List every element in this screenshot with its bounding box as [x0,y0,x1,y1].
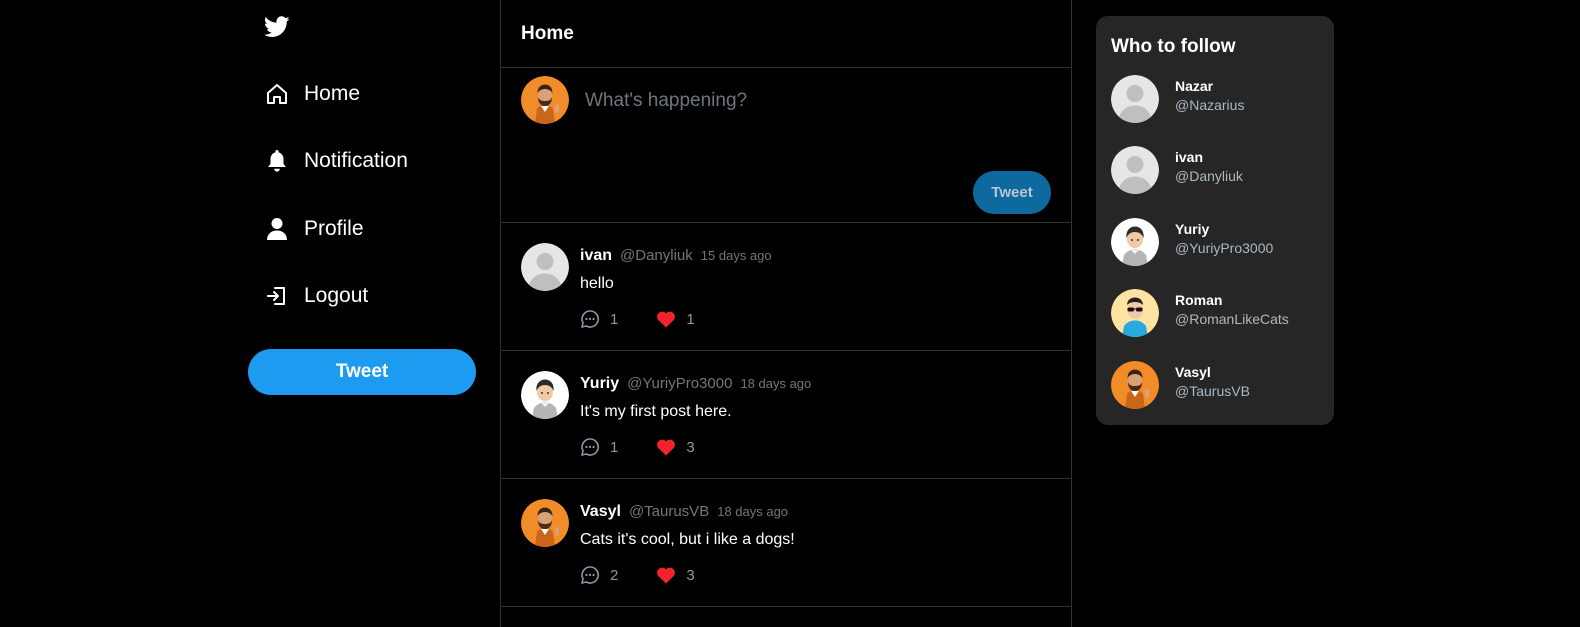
follow-user-name: ivan [1175,149,1204,165]
follow-user-handle: @RomanLikeCats [1175,311,1289,327]
heart-icon [656,437,676,457]
user-icon [264,216,290,242]
follow-suggestion[interactable]: Nazar @Nazarius [1111,75,1321,123]
like-button[interactable]: 3 [656,437,695,457]
like-count: 3 [686,566,695,584]
twitter-bird-icon[interactable] [263,16,290,40]
app-root: Home Notification Profile Logout Tweet H… [0,0,1580,627]
post-header: Yuriy @YuriyPro3000 18 days ago [580,375,811,393]
who-to-follow-panel: Who to follow Nazar @Nazarius ivan @Dany… [1096,16,1334,425]
panel-title: Who to follow [1111,36,1236,57]
post-text: Cats it's cool, but i like a dogs! [580,531,795,548]
post-actions: 1 1 [580,309,695,329]
comment-count: 2 [610,566,619,584]
follow-user-handle: @Nazarius [1175,97,1245,113]
like-count: 1 [686,310,695,328]
follow-user-name: Yuriy [1175,221,1210,237]
post-timestamp: 18 days ago [740,376,812,391]
tweet-post: ivan @Danyliuk 15 days ago hello 1 1 [501,223,1071,351]
sidebar-item-label: Home [304,82,361,105]
comment-count: 1 [610,438,619,456]
logout-icon [264,283,290,309]
default-avatar [1111,75,1159,123]
like-count: 3 [686,438,695,456]
post-author-handle[interactable]: @Danyliuk [620,247,693,264]
sidebar-item-profile[interactable]: Profile [264,209,364,249]
sidebar-item-home[interactable]: Home [264,74,360,114]
tweet-post: Vasyl @TaurusVB 18 days ago Cats it's co… [501,479,1071,607]
comment-bubble-icon [580,565,600,585]
follow-suggestion[interactable]: Yuriy @YuriyPro3000 [1111,218,1321,266]
sidebar-item-label: Logout [304,284,369,307]
boy-grey-shirt-avatar [521,371,569,419]
follow-suggestion[interactable]: ivan @Danyliuk [1111,146,1321,194]
follow-suggestion[interactable]: Vasyl @TaurusVB [1111,361,1321,409]
bearded-man-orange-avatar [521,76,569,124]
default-avatar [521,243,569,291]
post-author-name[interactable]: Yuriy [580,375,619,393]
post-author-handle[interactable]: @YuriyPro3000 [627,375,732,392]
sidebar: Home Notification Profile Logout Tweet [248,0,478,627]
follow-user-handle: @YuriyPro3000 [1175,240,1274,256]
man-sunglasses-avatar [1111,289,1159,337]
follow-user-name: Nazar [1175,78,1214,94]
tweet-input[interactable] [585,90,1045,112]
post-actions: 2 3 [580,565,695,585]
comment-bubble-icon [580,437,600,457]
post-text: hello [580,275,614,292]
like-button[interactable]: 3 [656,565,695,585]
follow-user-handle: @TaurusVB [1175,383,1250,399]
post-timestamp: 18 days ago [717,504,789,519]
post-author-handle[interactable]: @TaurusVB [629,503,709,520]
composer-tweet-button[interactable]: Tweet [973,171,1051,214]
main-feed: Home Tweet [500,0,1072,627]
comment-count: 1 [610,310,619,328]
default-avatar [1111,146,1159,194]
post-header: Vasyl @TaurusVB 18 days ago [580,503,788,521]
post-timestamp: 15 days ago [700,248,772,263]
comment-button[interactable]: 2 [580,565,618,585]
sidebar-item-label: Profile [304,217,364,240]
heart-icon [656,309,676,329]
post-author-name[interactable]: Vasyl [580,503,621,521]
boy-grey-shirt-avatar [1111,218,1159,266]
sidebar-item-notification[interactable]: Notification [264,141,408,181]
comment-button[interactable]: 1 [580,309,618,329]
post-author-name[interactable]: ivan [580,247,612,265]
heart-icon [656,565,676,585]
sidebar-item-logout[interactable]: Logout [264,276,368,316]
comment-button[interactable]: 1 [580,437,618,457]
home-icon [264,81,290,107]
bearded-man-orange-avatar [521,499,569,547]
tweet-composer: Tweet [501,68,1071,223]
tweet-post: Yuriy @YuriyPro3000 18 days ago It's my … [501,351,1071,479]
sidebar-item-label: Notification [304,149,408,172]
comment-bubble-icon [580,309,600,329]
post-header: ivan @Danyliuk 15 days ago [580,247,772,265]
bell-icon [264,148,290,174]
follow-user-handle: @Danyliuk [1175,168,1243,184]
post-text: It's my first post here. [580,403,732,420]
post-actions: 1 3 [580,437,695,457]
follow-user-name: Vasyl [1175,364,1211,380]
like-button[interactable]: 1 [656,309,695,329]
page-title: Home [501,0,1071,68]
bearded-man-orange-avatar [1111,361,1159,409]
follow-suggestion[interactable]: Roman @RomanLikeCats [1111,289,1321,337]
follow-user-name: Roman [1175,292,1223,308]
sidebar-tweet-button[interactable]: Tweet [248,349,476,395]
